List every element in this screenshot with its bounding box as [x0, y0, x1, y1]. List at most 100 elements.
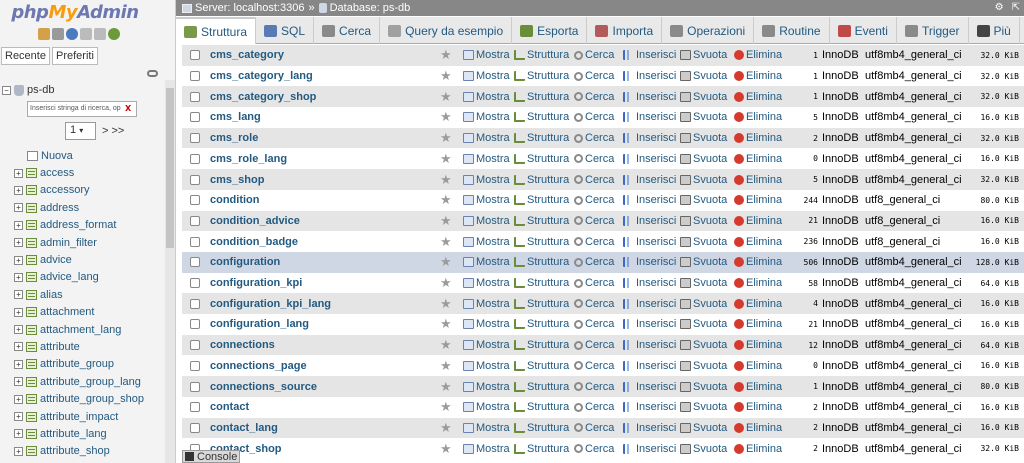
sidebar-table-attribute-shop[interactable]: + attribute_shop [14, 443, 144, 460]
structure-link[interactable]: Struttura [514, 91, 569, 103]
table-name-link[interactable]: configuration_kpi [210, 277, 302, 289]
browse-link[interactable]: Mostra [463, 360, 510, 372]
structure-link[interactable]: Struttura [514, 236, 569, 248]
expand-icon[interactable]: + [14, 377, 23, 387]
insert-link[interactable]: Inserisci [623, 49, 676, 61]
tab-esporta[interactable]: Esporta [512, 17, 588, 44]
favorite-star-icon[interactable]: ★ [440, 234, 452, 250]
sidebar-table-label[interactable]: address_format [40, 219, 116, 231]
sidebar-table-advice[interactable]: + advice [14, 251, 144, 268]
favorite-star-icon[interactable]: ★ [440, 316, 452, 332]
search-link[interactable]: Cerca [574, 298, 614, 310]
drop-link[interactable]: Elimina [734, 381, 782, 393]
search-link[interactable]: Cerca [574, 91, 614, 103]
search-link[interactable]: Cerca [574, 339, 614, 351]
insert-link[interactable]: Inserisci [623, 236, 676, 248]
structure-link[interactable]: Struttura [514, 256, 569, 268]
tab-sql[interactable]: SQL [256, 17, 315, 44]
table-row[interactable]: contact_lang ★ Mostra Struttura Cerca Inseris… [182, 417, 1024, 439]
expand-icon[interactable]: + [14, 342, 23, 352]
sidebar-table-alias[interactable]: + alias [14, 286, 144, 303]
search-link[interactable]: Cerca [574, 153, 614, 165]
settings-icon[interactable] [94, 28, 106, 40]
table-name-link[interactable]: connections [210, 339, 275, 351]
structure-link[interactable]: Struttura [514, 422, 569, 434]
sidebar-table-accessory[interactable]: + accessory [14, 182, 144, 199]
insert-link[interactable]: Inserisci [623, 298, 676, 310]
search-link[interactable]: Cerca [574, 194, 614, 206]
sidebar-table-attachment-lang[interactable]: + attachment_lang [14, 321, 144, 338]
row-checkbox[interactable] [190, 278, 200, 289]
table-filter-input[interactable]: Inserisci stringa di ricerca, op [27, 101, 137, 117]
favorite-star-icon[interactable]: ★ [440, 47, 452, 63]
sidebar-table-address[interactable]: + address [14, 199, 144, 216]
sidebar-table-attachment[interactable]: + attachment [14, 304, 144, 321]
empty-link[interactable]: Svuota [680, 49, 727, 61]
table-row[interactable]: configuration_kpi_lang ★ Mostra Struttura Ce… [182, 293, 1024, 315]
sidebar-table-attribute-group-lang[interactable]: + attribute_group_lang [14, 373, 144, 390]
browse-link[interactable]: Mostra [463, 381, 510, 393]
favorite-star-icon[interactable]: ★ [440, 441, 452, 457]
drop-link[interactable]: Elimina [734, 215, 782, 227]
table-name-link[interactable]: cms_lang [210, 111, 261, 123]
sidebar-table-label[interactable]: attribute_impact [40, 411, 118, 423]
favorite-star-icon[interactable]: ★ [440, 151, 452, 167]
structure-link[interactable]: Struttura [514, 49, 569, 61]
table-row[interactable]: configuration ★ Mostra Struttura Cerca Inseri… [182, 252, 1024, 273]
table-name-link[interactable]: contact [210, 401, 249, 413]
structure-link[interactable]: Struttura [514, 298, 569, 310]
empty-link[interactable]: Svuota [680, 215, 727, 227]
link-icon[interactable] [147, 70, 158, 77]
table-row[interactable]: cms_category_shop ★ Mostra Struttura Cerca In… [182, 86, 1024, 108]
recent-button[interactable]: Recente [1, 47, 50, 65]
tab-trigger[interactable]: Trigger [897, 17, 969, 44]
insert-link[interactable]: Inserisci [623, 381, 676, 393]
empty-link[interactable]: Svuota [680, 91, 727, 103]
structure-link[interactable]: Struttura [514, 360, 569, 372]
empty-link[interactable]: Svuota [680, 256, 727, 268]
empty-link[interactable]: Svuota [680, 443, 727, 455]
search-link[interactable]: Cerca [574, 215, 614, 227]
search-link[interactable]: Cerca [574, 49, 614, 61]
expand-icon[interactable]: + [14, 446, 23, 456]
empty-link[interactable]: Svuota [680, 111, 727, 123]
search-link[interactable]: Cerca [574, 236, 614, 248]
search-link[interactable]: Cerca [574, 401, 614, 413]
drop-link[interactable]: Elimina [734, 236, 782, 248]
sidebar-table-label[interactable]: attachment [40, 306, 94, 318]
row-checkbox[interactable] [190, 71, 200, 82]
structure-link[interactable]: Struttura [514, 174, 569, 186]
clear-filter-icon[interactable]: X [125, 104, 131, 113]
table-row[interactable]: condition ★ Mostra Struttura Cerca Inserisci S… [182, 189, 1024, 211]
sidebar-table-label[interactable]: access [40, 167, 74, 179]
reload-icon[interactable] [108, 28, 120, 40]
table-row[interactable]: configuration_lang ★ Mostra Struttura Cerca I… [182, 314, 1024, 335]
favorite-star-icon[interactable]: ★ [440, 213, 452, 229]
drop-link[interactable]: Elimina [734, 318, 782, 330]
browse-link[interactable]: Mostra [463, 422, 510, 434]
drop-link[interactable]: Elimina [734, 153, 782, 165]
settings-icon[interactable]: ⚙ [995, 2, 1004, 13]
insert-link[interactable]: Inserisci [623, 194, 676, 206]
table-name-link[interactable]: cms_role_lang [210, 153, 287, 165]
home-icon[interactable] [38, 28, 50, 40]
drop-link[interactable]: Elimina [734, 70, 782, 82]
empty-link[interactable]: Svuota [680, 70, 727, 82]
row-checkbox[interactable] [190, 133, 200, 144]
browse-link[interactable]: Mostra [463, 256, 510, 268]
drop-link[interactable]: Elimina [734, 339, 782, 351]
browse-link[interactable]: Mostra [463, 298, 510, 310]
insert-link[interactable]: Inserisci [623, 318, 676, 330]
browse-link[interactable]: Mostra [463, 443, 510, 455]
insert-link[interactable]: Inserisci [623, 174, 676, 186]
insert-link[interactable]: Inserisci [623, 70, 676, 82]
sidebar-table-attribute[interactable]: + attribute [14, 338, 144, 355]
empty-link[interactable]: Svuota [680, 381, 727, 393]
console-button[interactable]: Console [182, 450, 240, 463]
table-row[interactable]: configuration_kpi ★ Mostra Struttura Cerca In… [182, 272, 1024, 294]
favorite-star-icon[interactable]: ★ [440, 89, 452, 105]
page-select[interactable]: 1 ▾ [65, 122, 96, 140]
empty-link[interactable]: Svuota [680, 401, 727, 413]
favorite-star-icon[interactable]: ★ [440, 192, 452, 208]
search-link[interactable]: Cerca [574, 443, 614, 455]
